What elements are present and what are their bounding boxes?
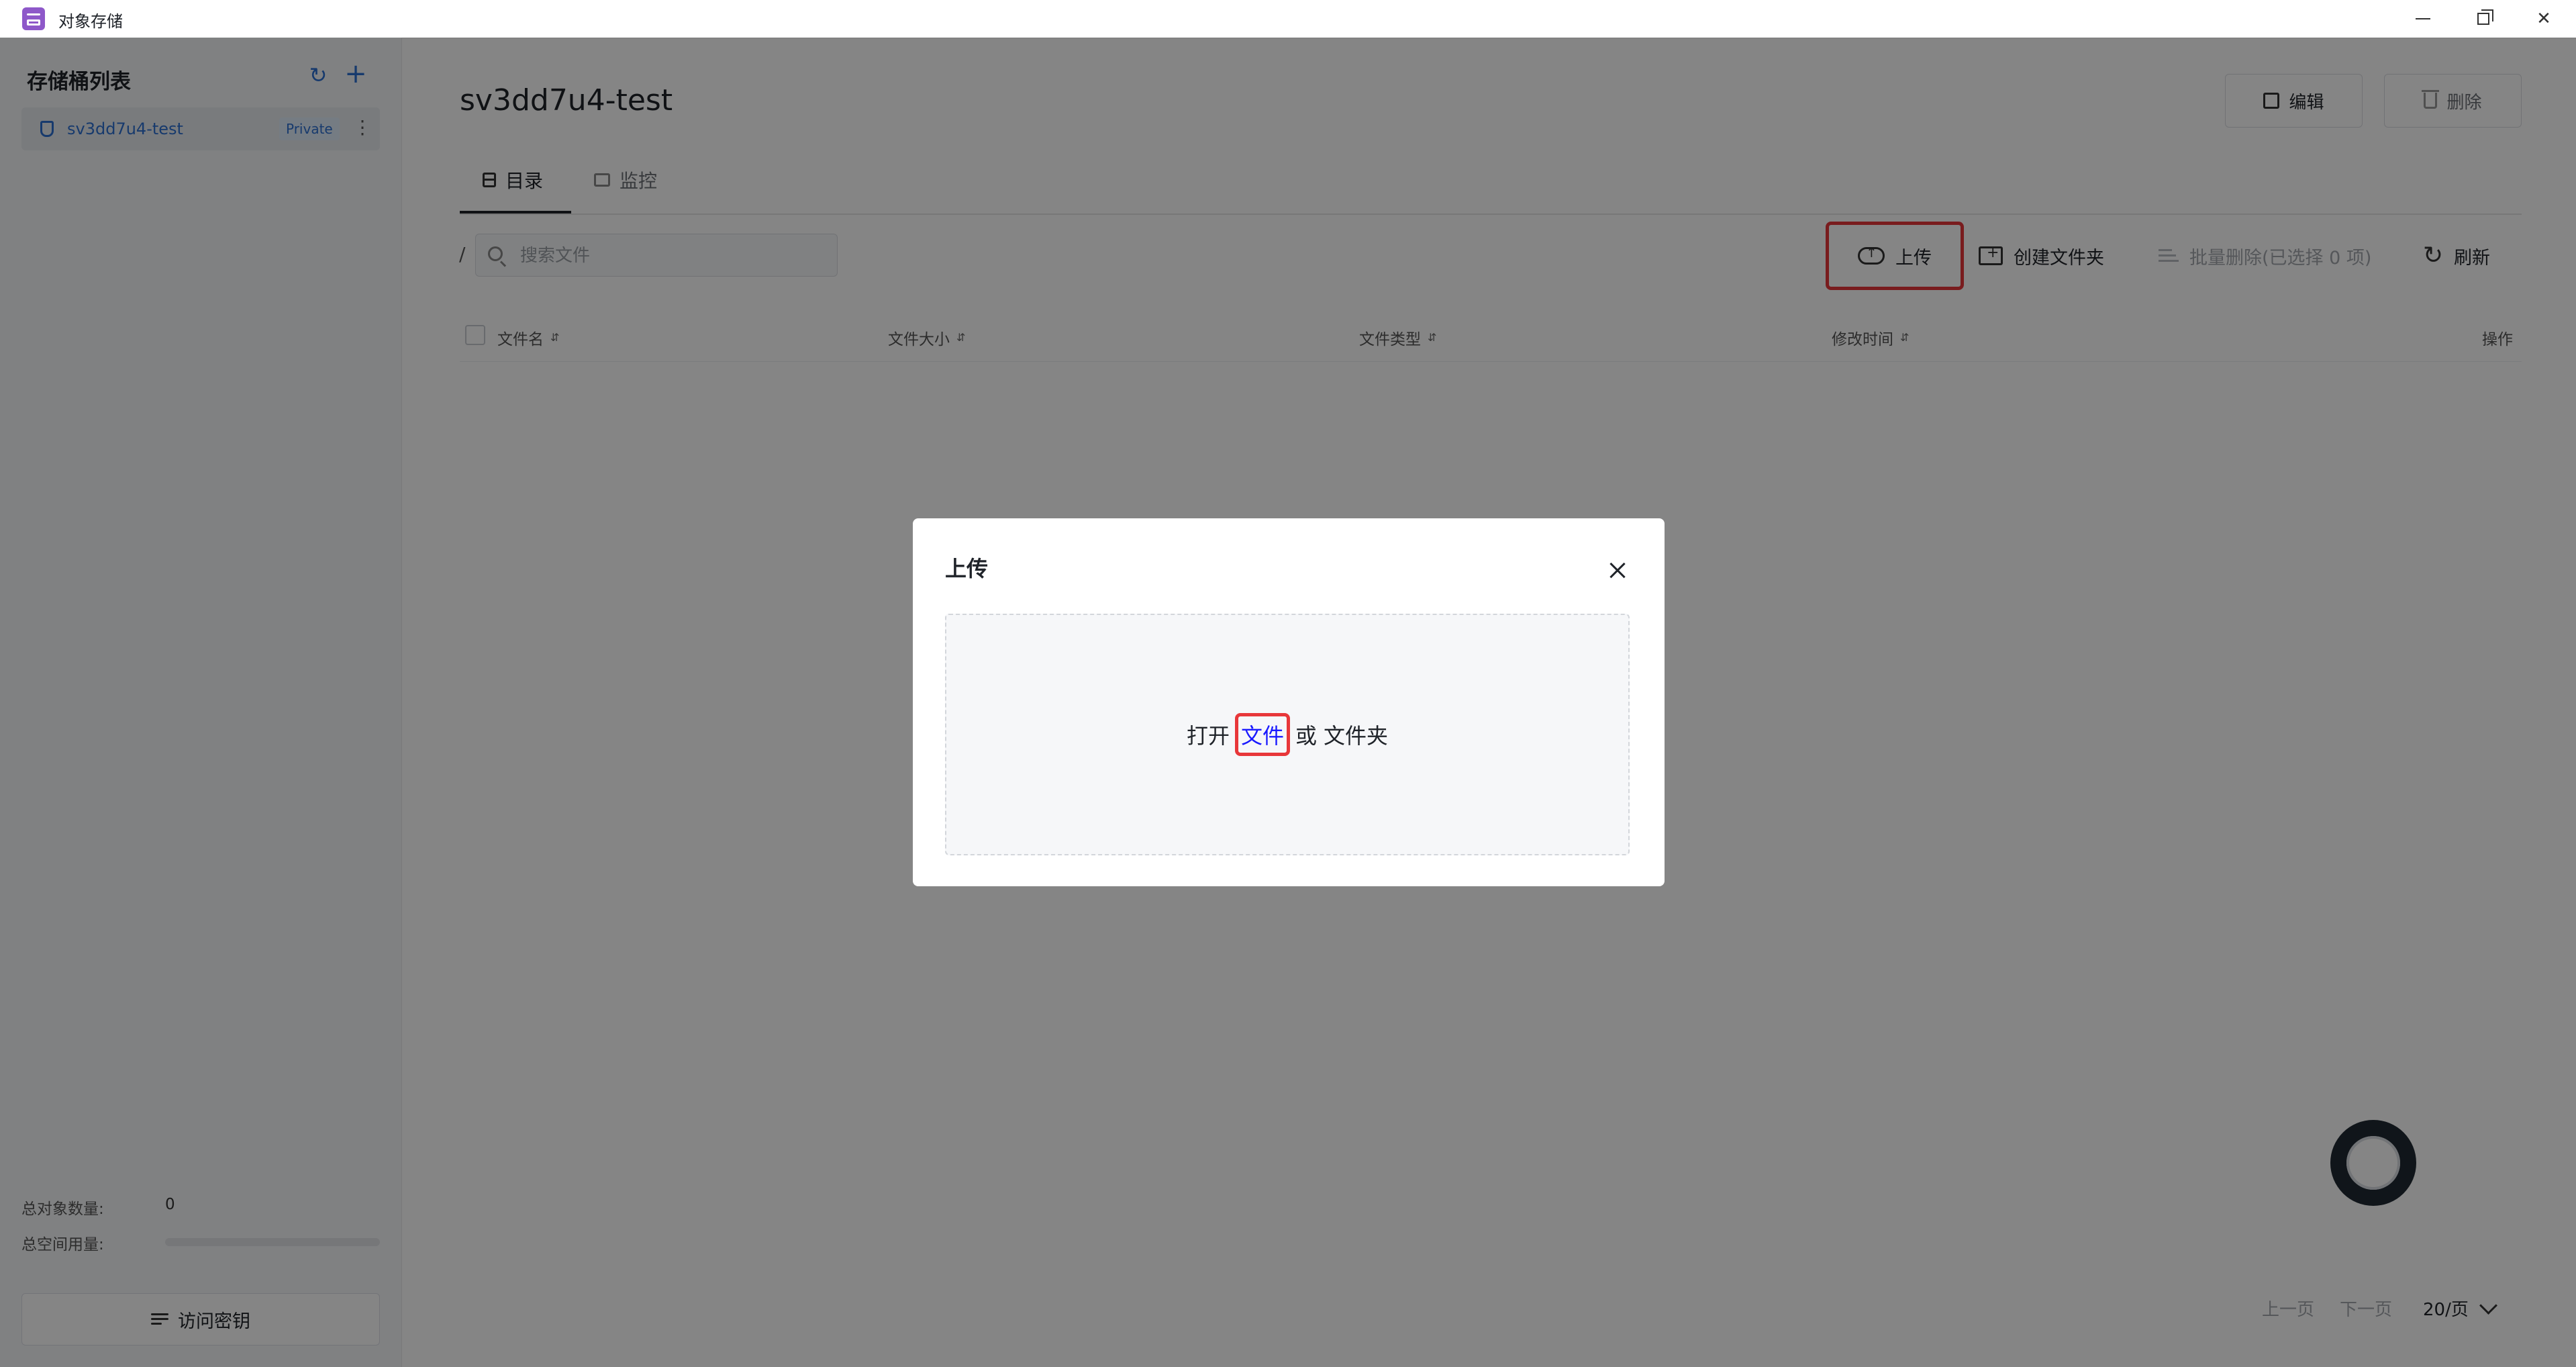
- dropzone-or-text: 或: [1295, 723, 1318, 749]
- upload-dialog: 上传 打开 文件 或 文件夹: [913, 518, 1665, 886]
- close-window-button[interactable]: ✕: [2507, 0, 2576, 38]
- window-titlebar: 对象存储 ✕: [0, 0, 2576, 38]
- app-icon: [22, 7, 45, 30]
- window-title: 对象存储: [58, 12, 123, 31]
- close-icon: ✕: [2536, 9, 2551, 29]
- upload-dropzone[interactable]: 打开 文件 或 文件夹: [945, 614, 1630, 855]
- dialog-title: 上传: [945, 556, 989, 581]
- dropzone-open-text: 打开: [1186, 723, 1230, 749]
- select-folder-link[interactable]: 文件夹: [1324, 719, 1388, 750]
- minimize-icon: [2416, 18, 2430, 19]
- dialog-close-icon[interactable]: [1597, 551, 1638, 591]
- restore-icon: [2477, 9, 2493, 25]
- select-file-link[interactable]: 文件: [1234, 713, 1290, 756]
- dropzone-text: 打开 文件 或 文件夹: [946, 615, 1628, 854]
